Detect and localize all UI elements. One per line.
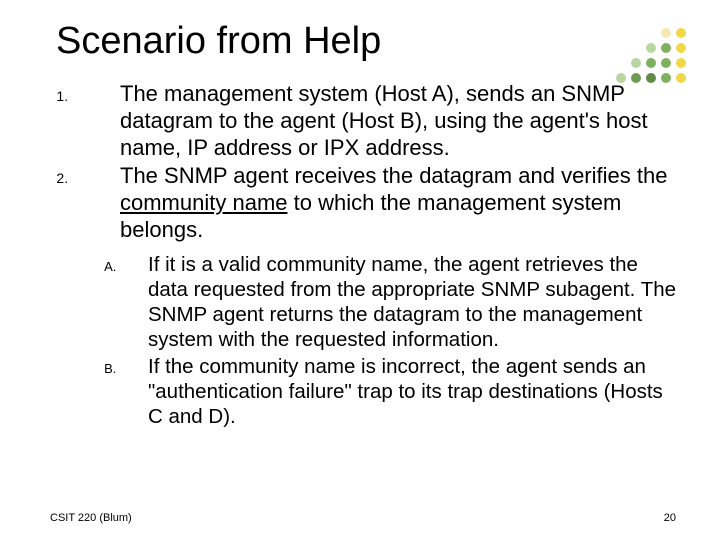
community-name-link[interactable]: community name — [120, 190, 288, 215]
decorative-dot-grid — [616, 28, 686, 83]
list-item-text: The management system (Host A), sends an… — [120, 81, 648, 160]
sub-list: If it is a valid community name, the age… — [50, 252, 680, 429]
list-item: The management system (Host A), sends an… — [72, 81, 680, 161]
list-item-text-pre: The SNMP agent receives the datagram and… — [120, 163, 667, 188]
slide-title: Scenario from Help — [56, 20, 680, 63]
sub-list-item: If the community name is incorrect, the … — [120, 354, 680, 429]
sub-list-item-text: If the community name is incorrect, the … — [148, 355, 663, 428]
main-list: The management system (Host A), sends an… — [50, 81, 680, 244]
footer-course: CSIT 220 (Blum) — [50, 512, 132, 524]
sub-list-item: If it is a valid community name, the age… — [120, 252, 680, 352]
footer-page-number: 20 — [664, 512, 676, 524]
list-item: The SNMP agent receives the datagram and… — [72, 163, 680, 243]
slide: Scenario from Help The management system… — [0, 0, 720, 540]
sub-list-item-text: If it is a valid community name, the age… — [148, 253, 676, 351]
